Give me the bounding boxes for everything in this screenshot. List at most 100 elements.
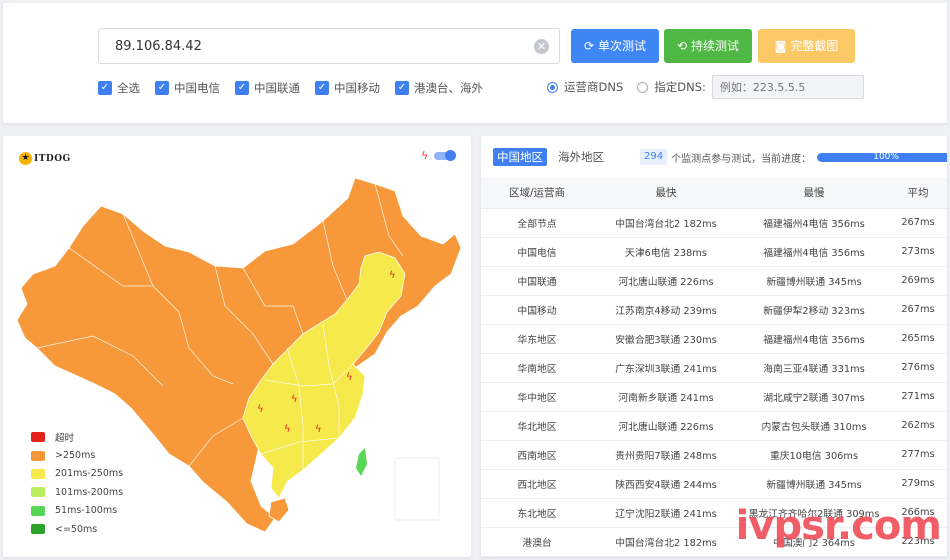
legend-item[interactable]: 201ms-250ms bbox=[31, 465, 123, 483]
legend-item[interactable]: <=50ms bbox=[31, 520, 123, 538]
screenshot-label: 完整截图 bbox=[790, 39, 839, 53]
filter-label: 中国移动 bbox=[334, 81, 380, 95]
column-header-fastest[interactable]: 最快 bbox=[593, 178, 739, 209]
filter-label: 全选 bbox=[117, 81, 140, 95]
column-header-average[interactable]: 平均 bbox=[889, 178, 947, 209]
cell-slowest: 中国澳门2 364ms bbox=[739, 527, 889, 557]
cell-region: 华东地区 bbox=[481, 324, 593, 354]
filter-all-checkbox[interactable]: ✓ 全选 bbox=[98, 80, 140, 96]
cell-fastest: 陕西西安4联通 244ms bbox=[593, 469, 739, 499]
itdog-logo: ★ ITDOG bbox=[19, 152, 71, 165]
progress-percent-label: 100% bbox=[873, 152, 899, 162]
clear-icon[interactable]: ✕ bbox=[534, 39, 549, 54]
cell-region: 全部节点 bbox=[481, 208, 593, 238]
cell-region: 东北地区 bbox=[481, 498, 593, 528]
filter-unicom-checkbox[interactable]: ✓ 中国联通 bbox=[235, 80, 300, 96]
node-marker-icon: ϟ bbox=[389, 270, 396, 281]
filter-telecom-checkbox[interactable]: ✓ 中国电信 bbox=[155, 80, 220, 96]
table-row: 华东地区 安徽合肥3联通 230ms 福建福州4电信 356ms 265ms bbox=[481, 324, 947, 354]
legend-swatch bbox=[31, 487, 45, 498]
legend-label: <=50ms bbox=[55, 523, 98, 535]
cell-average: 267ms bbox=[889, 295, 947, 325]
filter-label: 港澳台、海外 bbox=[414, 81, 483, 95]
loop-icon: ⟲ bbox=[676, 39, 688, 53]
table-row: 华中地区 河南新乡联通 241ms 湖北咸宁2联通 307ms 271ms bbox=[481, 382, 947, 412]
continuous-test-button[interactable]: ⟲ 持续测试 bbox=[664, 29, 752, 63]
table-row: 东北地区 辽宁沈阳2联通 241ms 黑龙江齐齐哈尔2联通 309ms 266ms bbox=[481, 498, 947, 528]
cell-average: 276ms bbox=[889, 353, 947, 383]
cell-fastest: 贵州贵阳7联通 248ms bbox=[593, 440, 739, 470]
cell-region: 中国移动 bbox=[481, 295, 593, 325]
carrier-dns-label: 运营商DNS bbox=[564, 80, 624, 94]
cell-fastest: 中国台湾台北2 182ms bbox=[593, 527, 739, 557]
cell-average: 265ms bbox=[889, 324, 947, 354]
checkbox-checked-icon: ✓ bbox=[98, 81, 112, 95]
cell-slowest: 福建福州4电信 356ms bbox=[739, 237, 889, 267]
cell-slowest: 新疆伊犁2移动 323ms bbox=[739, 295, 889, 325]
target-ip-input[interactable] bbox=[99, 29, 519, 63]
cell-region: 西北地区 bbox=[481, 469, 593, 499]
cell-average: 262ms bbox=[889, 411, 947, 441]
legend-item[interactable]: 101ms-200ms bbox=[31, 483, 123, 501]
logo-text: ITDOG bbox=[34, 153, 71, 164]
cell-slowest: 重庆10电信 306ms bbox=[739, 440, 889, 470]
legend-item[interactable]: 超时 bbox=[31, 428, 123, 446]
tab-domestic[interactable]: 中国地区 bbox=[493, 148, 547, 166]
table-row: 全部节点 中国台湾台北2 182ms 福建福州4电信 356ms 267ms bbox=[481, 208, 947, 238]
cell-fastest: 安徽合肥3联通 230ms bbox=[593, 324, 739, 354]
filter-mobile-checkbox[interactable]: ✓ 中国移动 bbox=[315, 80, 380, 96]
screenshot-button[interactable]: ◙ 完整截图 bbox=[758, 29, 855, 63]
table-row: 中国电信 天津6电信 238ms 福建福州4电信 356ms 273ms bbox=[481, 237, 947, 267]
legend-swatch bbox=[31, 505, 45, 516]
cell-slowest: 湖北咸宁2联通 307ms bbox=[739, 382, 889, 412]
node-marker-icon: ϟ bbox=[315, 424, 322, 435]
cell-region: 西南地区 bbox=[481, 440, 593, 470]
node-count-badge: 294 bbox=[640, 149, 668, 165]
test-control-panel: ✕ ⟳单次测试 ⟲持续测试 ◙完整截图 ✓ 全选 ✓ 中国电信 ✓ 中国联通 ✓ 中国移… bbox=[3, 3, 947, 123]
single-test-button[interactable]: ⟳ 单次测试 bbox=[571, 29, 659, 63]
custom-dns-label: 指定DNS: bbox=[654, 80, 706, 94]
tab-overseas[interactable]: 海外地区 bbox=[554, 148, 608, 166]
region-tabs: 中国地区 海外地区 bbox=[493, 148, 615, 166]
legend-item[interactable]: >250ms bbox=[31, 446, 123, 464]
column-header-slowest[interactable]: 最慢 bbox=[739, 178, 889, 209]
custom-dns-radio[interactable]: 指定DNS: bbox=[637, 79, 706, 95]
table-row: 华北地区 河北唐山联通 226ms 内蒙古包头联通 310ms 262ms bbox=[481, 411, 947, 441]
cell-region: 港澳台 bbox=[481, 527, 593, 557]
cell-slowest: 新疆博州联通 345ms bbox=[739, 469, 889, 499]
legend-label: 201ms-250ms bbox=[55, 468, 124, 480]
test-progress: 294 个监测点参与测试，当前进度： 100% bbox=[640, 148, 947, 166]
checkbox-checked-icon: ✓ bbox=[155, 81, 169, 95]
single-test-label: 单次测试 bbox=[598, 39, 647, 53]
south-sea-inset bbox=[394, 457, 440, 521]
node-marker-icon: ϟ bbox=[346, 372, 353, 383]
cell-average: 269ms bbox=[889, 266, 947, 296]
map-region-taiwan bbox=[356, 448, 367, 476]
column-header-region[interactable]: 区域/运营商 bbox=[481, 178, 593, 209]
filter-overseas-checkbox[interactable]: ✓ 港澳台、海外 bbox=[395, 80, 483, 96]
cell-fastest: 河北唐山联通 226ms bbox=[593, 266, 739, 296]
refresh-icon: ⟳ bbox=[583, 39, 595, 53]
cell-fastest: 中国台湾台北2 182ms bbox=[593, 208, 739, 238]
map-legend: 超时 >250ms 201ms-250ms 101ms-200ms 51ms-1… bbox=[31, 428, 123, 538]
legend-label: 51ms-100ms bbox=[55, 505, 118, 517]
table-row: 华南地区 广东深圳3联通 241ms 海南三亚4联通 331ms 276ms bbox=[481, 353, 947, 383]
cell-region: 中国电信 bbox=[481, 237, 593, 267]
table-row: 中国联通 河北唐山联通 226ms 新疆博州联通 345ms 269ms bbox=[481, 266, 947, 296]
cell-average: 267ms bbox=[889, 208, 947, 238]
table-row: 港澳台 中国台湾台北2 182ms 中国澳门2 364ms 223ms bbox=[481, 527, 947, 557]
carrier-filter-group: ✓ 全选 ✓ 中国电信 ✓ 中国联通 ✓ 中国移动 ✓ 港澳台、海外 bbox=[98, 79, 498, 97]
cell-slowest: 内蒙古包头联通 310ms bbox=[739, 411, 889, 441]
legend-item[interactable]: 51ms-100ms bbox=[31, 502, 123, 520]
results-panel: 中国地区 海外地区 294 个监测点参与测试，当前进度： 100% 区域/运营商… bbox=[481, 136, 947, 557]
cell-fastest: 广东深圳3联通 241ms bbox=[593, 353, 739, 383]
legend-swatch bbox=[31, 468, 45, 479]
progress-text: 个监测点参与测试，当前进度： bbox=[671, 153, 812, 165]
cell-fastest: 江苏南京4移动 239ms bbox=[593, 295, 739, 325]
legend-label: 101ms-200ms bbox=[55, 486, 124, 498]
cell-average: 273ms bbox=[889, 237, 947, 267]
custom-dns-input[interactable] bbox=[711, 75, 864, 99]
node-marker-toggle[interactable] bbox=[434, 150, 456, 161]
cell-slowest: 福建福州4电信 356ms bbox=[739, 208, 889, 238]
carrier-dns-radio[interactable]: 运营商DNS bbox=[547, 79, 623, 95]
